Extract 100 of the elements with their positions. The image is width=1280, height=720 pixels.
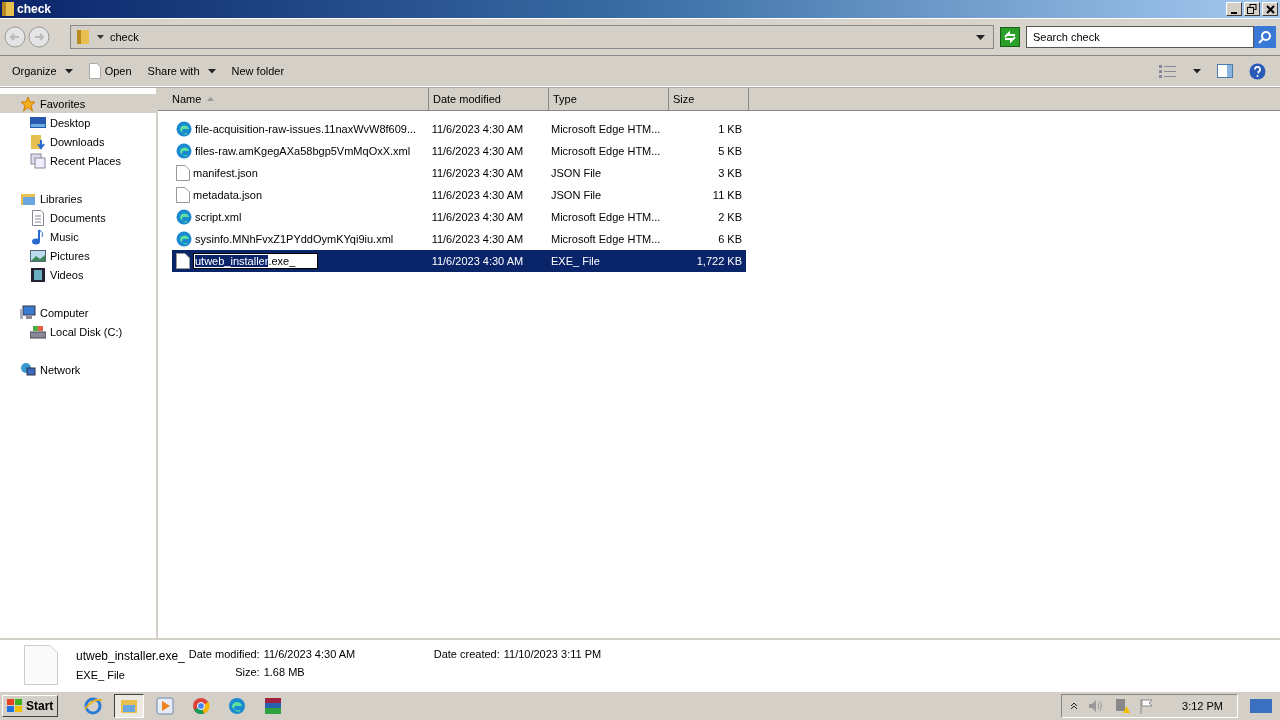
sort-arrow-icon — [207, 97, 215, 101]
chrome-icon — [191, 696, 212, 716]
file-name: metadata.json — [193, 189, 263, 201]
file-row[interactable]: script.xml 11/6/2023 4:30 AM Microsoft Edge HTM... 2 KB — [172, 206, 746, 228]
details-file-name: utweb_installer.exe_ — [76, 649, 185, 663]
file-row[interactable]: file-acquisition-raw-issues.11naxWvW8f609... 11/6/2023 4:30 AM Microsoft Edge HTM... 1 KB — [172, 118, 746, 140]
file-row[interactable]: sysinfo.MNhFvxZ1PYddOymKYqi9iu.xml 11/6/2023 4:30 AM Microsoft Edge HTM... 6 KB — [172, 228, 746, 250]
folder-icon — [2, 1, 14, 17]
edge-icon — [176, 209, 192, 225]
column-header[interactable]: Size — [669, 88, 749, 110]
file-row[interactable]: metadata.json 11/6/2023 4:30 AM JSON File 11 KB — [172, 184, 746, 206]
sidebar-item[interactable]: Local Disk (C:) — [0, 322, 156, 341]
sidebar-item[interactable]: Network — [0, 360, 156, 379]
size-cell-text: 6 KB — [717, 233, 743, 245]
date-cell-text: 11/6/2023 4:30 AM — [430, 145, 525, 157]
type-cell-text: Microsoft Edge HTM... — [550, 145, 662, 157]
column-header[interactable]: Type — [549, 88, 669, 110]
restore-button[interactable] — [1244, 2, 1260, 16]
details-label: Size: — [234, 666, 260, 678]
download-icon — [30, 133, 46, 150]
search-field[interactable]: Search check — [1026, 26, 1254, 48]
file-name: files-raw.amKgegAXa58bgp5VmMqOxX.xml — [195, 145, 411, 157]
close-button[interactable] — [1262, 2, 1278, 16]
date-cell-text: 11/6/2023 4:30 AM — [430, 167, 525, 179]
file-icon — [88, 63, 101, 79]
toolbar-button[interactable]: Open — [80, 59, 140, 83]
column-header[interactable]: Date modified — [429, 88, 549, 110]
start-button[interactable]: Start — [2, 695, 59, 717]
sidebar-item[interactable]: Desktop — [0, 113, 156, 132]
column-header[interactable]: Name — [158, 88, 429, 110]
network-warning-icon — [1114, 698, 1131, 714]
type-cell-text: JSON File — [550, 189, 603, 201]
details-value: 11/6/2023 4:30 AM — [263, 648, 357, 660]
file-name: manifest.json — [193, 167, 258, 179]
sidebar-item[interactable]: Recent Places — [0, 151, 156, 170]
sidebar-item[interactable]: Downloads — [0, 132, 156, 151]
edge-icon — [176, 121, 192, 137]
address-bar[interactable]: check — [70, 25, 994, 49]
computer-icon — [20, 304, 36, 321]
file-row[interactable]: manifest.json 11/6/2023 4:30 AM JSON File 3 KB — [172, 162, 746, 184]
media-icon — [155, 696, 176, 716]
disk-icon — [30, 323, 46, 340]
sidebar-item[interactable]: Computer — [0, 303, 156, 322]
size-cell-text: 1,722 KB — [695, 255, 743, 267]
file-icon — [176, 165, 190, 181]
taskbar-app-button[interactable] — [114, 694, 145, 718]
date-cell-text: 11/6/2023 4:30 AM — [430, 255, 525, 267]
ie-icon — [83, 696, 104, 716]
refresh-button[interactable] — [1000, 27, 1020, 47]
selected-row[interactable]: utweb_installer.exe_ 11/6/2023 4:30 AM EXE_ File 1,722 KB — [172, 250, 746, 272]
sidebar-item[interactable]: Libraries — [0, 189, 156, 208]
picture-icon — [30, 247, 46, 264]
sidebar-item[interactable]: Music — [0, 227, 156, 246]
caret-icon — [207, 68, 216, 74]
caret-icon — [64, 68, 73, 74]
size-cell-text: 3 KB — [717, 167, 743, 179]
details-label: Date created: — [433, 648, 500, 660]
type-cell-text: JSON File — [550, 167, 603, 179]
edge-icon — [176, 231, 192, 247]
file-name: sysinfo.MNhFvxZ1PYddOymKYqi9iu.xml — [195, 233, 394, 245]
type-cell-text: Microsoft Edge HTM... — [550, 123, 662, 135]
pane-icon — [1217, 64, 1233, 78]
clock: 3:12 PM — [1182, 700, 1223, 712]
type-cell-text: Microsoft Edge HTM... — [550, 233, 662, 245]
menu-button[interactable]: Share with — [139, 59, 224, 83]
date-cell-text: 11/6/2023 4:30 AM — [430, 233, 525, 245]
sidebar-item[interactable]: Pictures — [0, 246, 156, 265]
network-icon — [20, 361, 36, 378]
help-icon — [1249, 62, 1266, 80]
search-button[interactable] — [1254, 26, 1276, 48]
type-cell-text: Microsoft Edge HTM... — [550, 211, 662, 223]
details-value: 11/10/2023 3:11 PM — [503, 648, 602, 660]
type-cell-text: EXE_ File — [550, 255, 601, 267]
menu-button[interactable]: Organize — [4, 59, 81, 83]
address-path: check — [110, 31, 139, 43]
archive-icon — [263, 696, 284, 716]
window-title: check — [17, 2, 52, 16]
minimize-button[interactable] — [1226, 2, 1242, 16]
details-value: 1.68 MB — [263, 666, 306, 678]
sidebar-item[interactable]: Documents — [0, 208, 156, 227]
date-cell-text: 11/6/2023 4:30 AM — [430, 211, 525, 223]
caret-icon — [976, 34, 985, 40]
file-name: script.xml — [195, 211, 242, 223]
details-file-type: EXE_ File — [76, 669, 126, 681]
edge-icon — [227, 696, 248, 716]
restore-icon — [1247, 4, 1257, 14]
edge-icon — [176, 143, 192, 159]
file-row[interactable]: files-raw.amKgegAXa58bgp5VmMqOxX.xml 11/6/2023 4:30 AM Microsoft Edge HTM... 5 KB — [172, 140, 746, 162]
desktop-icon — [30, 114, 46, 131]
sidebar-item[interactable]: Favorites — [0, 94, 156, 113]
recent-icon — [30, 152, 46, 169]
size-cell-text: 1 KB — [717, 123, 743, 135]
size-cell-text: 5 KB — [717, 145, 743, 157]
sidebar-item[interactable]: Videos — [0, 265, 156, 284]
date-cell-text: 11/6/2023 4:30 AM — [430, 189, 525, 201]
speaker-icon — [1088, 699, 1105, 713]
details-label: Date modified: — [188, 648, 260, 660]
size-cell-text: 2 KB — [717, 211, 743, 223]
rename-field[interactable]: utweb_installer.exe_ — [193, 253, 319, 269]
toolbar-button[interactable]: New folder — [223, 59, 293, 83]
